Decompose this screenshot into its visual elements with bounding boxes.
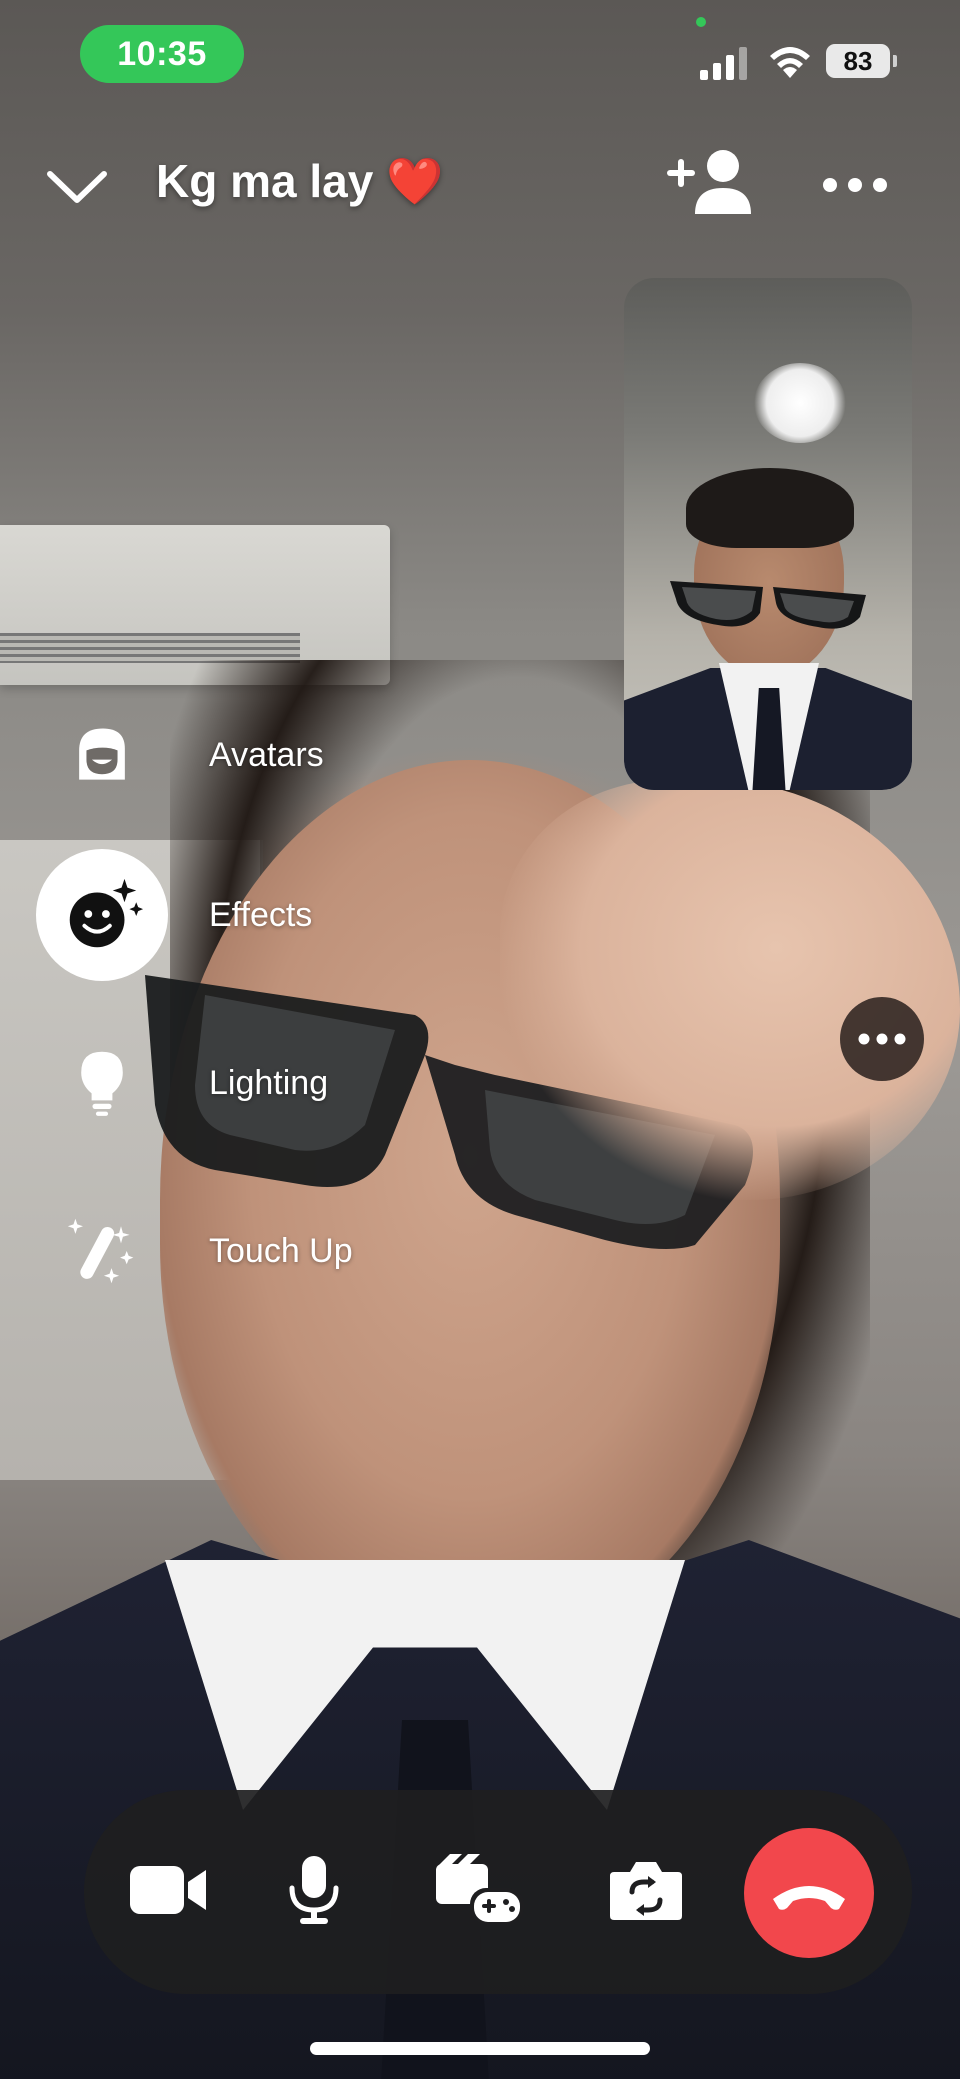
battery-level: 83 <box>843 45 873 76</box>
self-hair <box>686 468 854 548</box>
flip-camera-icon <box>610 1862 682 1920</box>
games-button[interactable] <box>420 1830 540 1950</box>
camera-toggle-button[interactable] <box>108 1830 228 1950</box>
menu-item-lighting[interactable]: Lighting <box>0 1018 420 1148</box>
ceiling-lamp <box>754 363 846 443</box>
camera-in-use-dot <box>696 17 706 27</box>
chevron-down-icon[interactable] <box>42 162 112 212</box>
menu-item-avatars[interactable]: Avatars <box>0 690 420 820</box>
add-person-icon[interactable] <box>665 144 755 224</box>
battery-icon: 83 <box>826 44 897 78</box>
effects-menu: Avatars Effects Lighting Touch Up <box>0 690 420 1340</box>
avatar-icon <box>36 689 168 821</box>
end-call-icon <box>773 1886 845 1910</box>
menu-label-effects: Effects <box>209 895 313 934</box>
more-icon[interactable] <box>820 170 890 200</box>
games-icon <box>436 1854 524 1924</box>
remote-person-hand <box>500 780 960 1200</box>
self-view-pip[interactable] <box>624 278 912 790</box>
more-options-button[interactable] <box>840 997 924 1081</box>
menu-item-effects[interactable]: Effects <box>0 849 420 981</box>
flip-camera-button[interactable] <box>586 1830 706 1950</box>
more-dots-icon <box>858 1033 906 1045</box>
microphone-icon <box>289 1856 339 1924</box>
menu-label-lighting: Lighting <box>209 1063 329 1102</box>
video-camera-icon <box>130 1866 206 1914</box>
effects-smile-icon <box>36 849 168 981</box>
lightbulb-icon <box>36 1017 168 1149</box>
time-pill[interactable]: 10:35 <box>80 25 244 83</box>
signal-icon <box>700 47 747 80</box>
status-bar: 10:35 83 <box>0 0 960 110</box>
menu-item-touch-up[interactable]: Touch Up <box>0 1186 420 1316</box>
menu-label-avatars: Avatars <box>209 735 324 774</box>
microphone-button[interactable] <box>254 1830 374 1950</box>
home-indicator[interactable] <box>310 2042 650 2055</box>
status-time: 10:35 <box>117 34 207 73</box>
end-call-button[interactable] <box>744 1828 874 1958</box>
call-controls-bar <box>84 1790 912 1994</box>
call-title: Kg ma lay ❤️ <box>156 155 444 207</box>
call-header: Kg ma lay ❤️ <box>0 140 960 230</box>
wifi-icon <box>770 47 810 78</box>
self-sunglasses <box>670 581 866 629</box>
menu-label-touch-up: Touch Up <box>209 1231 353 1270</box>
magic-wand-icon <box>36 1185 168 1317</box>
